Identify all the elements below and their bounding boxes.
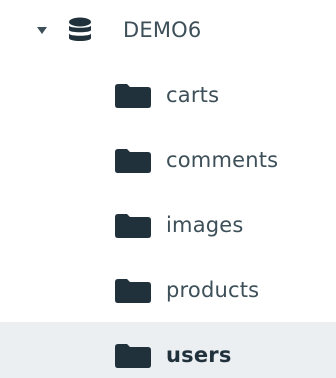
database-tree: DEMO6 carts comments images products use…	[0, 0, 336, 378]
folder-icon	[115, 84, 151, 108]
collection-label: carts	[166, 83, 220, 107]
folder-icon	[115, 214, 151, 238]
caret-down-icon[interactable]	[37, 27, 47, 34]
collection-item-users[interactable]: users	[0, 322, 336, 378]
collection-item-images[interactable]: images	[0, 192, 336, 257]
collection-item-products[interactable]: products	[0, 257, 336, 322]
collection-item-comments[interactable]: comments	[0, 127, 336, 192]
folder-icon	[115, 344, 151, 368]
database-name: DEMO6	[123, 18, 202, 42]
folder-icon	[115, 279, 151, 303]
database-icon	[68, 17, 92, 47]
collection-label: comments	[166, 148, 279, 172]
folder-icon	[115, 149, 151, 173]
collection-label: products	[166, 278, 260, 302]
collection-label: users	[166, 343, 232, 367]
collection-list: carts comments images products users	[0, 62, 336, 378]
collection-item-carts[interactable]: carts	[0, 62, 336, 127]
database-item-demo6[interactable]: DEMO6	[0, 0, 336, 62]
collection-label: images	[166, 213, 244, 237]
